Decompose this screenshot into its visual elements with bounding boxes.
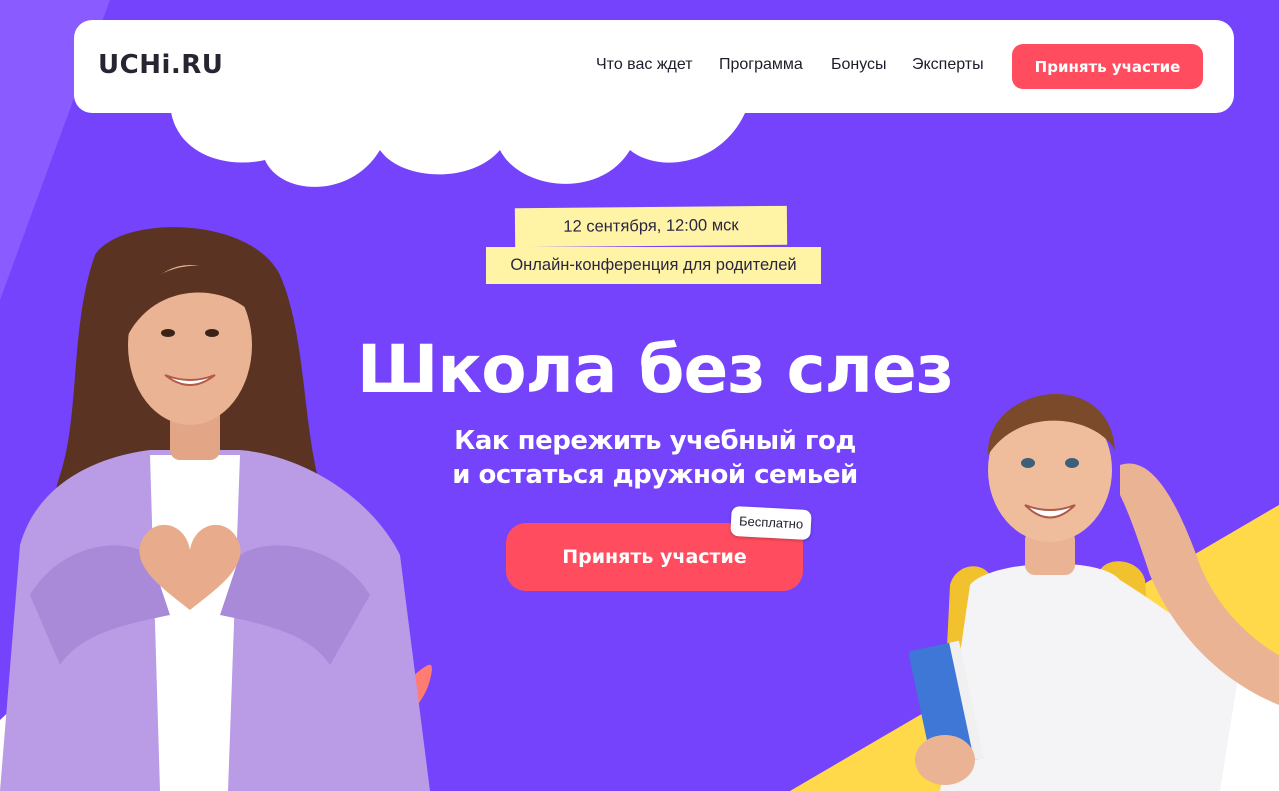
hero-subtitle-line-1: Как пережить учебный год: [454, 426, 856, 456]
hero-subtitle-line-2: и остаться дружной семьей: [452, 460, 858, 490]
hero-subtitle: Как пережить учебный год и остаться друж…: [380, 424, 930, 492]
hero-title: Школа без слез: [356, 331, 954, 408]
event-type-tag: Онлайн-конференция для родителей: [486, 247, 821, 284]
free-badge: Бесплатно: [730, 505, 812, 541]
header-participate-button[interactable]: Принять участие: [1012, 44, 1203, 89]
nav-item-experts[interactable]: Эксперты: [912, 56, 984, 74]
landing-page: UCHi.RU Что вас ждет Программа Бонусы Эк…: [0, 0, 1279, 791]
cloud-shape: [170, 100, 750, 187]
event-date-tag: 12 сентября, 12:00 мск: [514, 205, 788, 248]
logo[interactable]: UCHi.RU: [98, 50, 223, 80]
nav-item-program[interactable]: Программа: [719, 56, 803, 74]
site-header: UCHi.RU Что вас ждет Программа Бонусы Эк…: [74, 20, 1234, 113]
nav-item-what-to-expect[interactable]: Что вас ждет: [596, 56, 693, 74]
nav-item-bonuses[interactable]: Бонусы: [831, 56, 887, 74]
woman-photo: [0, 227, 430, 791]
